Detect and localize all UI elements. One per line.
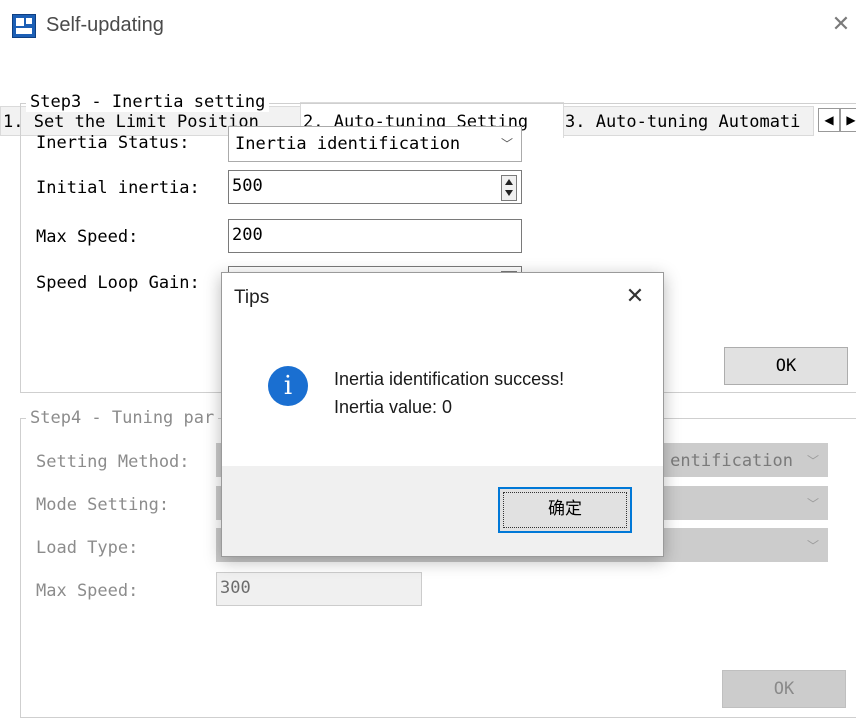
spin-arrows-icon[interactable] bbox=[501, 175, 517, 201]
info-icon: i bbox=[268, 366, 308, 406]
initial-inertia-value: 500 bbox=[232, 176, 263, 196]
speed-loop-gain-label: Speed Loop Gain: bbox=[36, 273, 200, 293]
mode-setting-label: Mode Setting: bbox=[36, 495, 170, 515]
step4-legend: Step4 - Tuning par bbox=[26, 408, 219, 428]
dialog-message-line2: Inertia value: 0 bbox=[334, 397, 453, 417]
setting-method-label: Setting Method: bbox=[36, 452, 190, 472]
initial-inertia-spinbox[interactable]: 500 bbox=[228, 170, 522, 204]
max-speed-input[interactable]: 200 bbox=[228, 219, 522, 253]
step3-legend: Step3 - Inertia setting bbox=[26, 92, 270, 112]
step4-max-speed-input: 300 bbox=[216, 572, 422, 606]
dialog-close-icon[interactable]: ✕ bbox=[620, 283, 650, 313]
max-speed-label: Max Speed: bbox=[36, 227, 139, 247]
confirm-button[interactable]: 确定 bbox=[498, 487, 632, 533]
dialog-title: Tips bbox=[234, 287, 270, 308]
setting-method-value: entification bbox=[670, 451, 793, 471]
window-title: Self-updating bbox=[46, 14, 164, 36]
chevron-down-icon: ﹀ bbox=[806, 454, 819, 468]
inertia-status-value: Inertia identification bbox=[235, 134, 461, 154]
title-bar: Self-updating ✕ bbox=[0, 0, 856, 50]
max-speed-value: 200 bbox=[232, 225, 263, 245]
step4-ok-button: OK bbox=[722, 670, 846, 708]
focus-ring bbox=[503, 492, 627, 528]
step4-max-speed-label: Max Speed: bbox=[36, 581, 139, 601]
step4-max-speed-value: 300 bbox=[220, 578, 251, 598]
tab-bar: 1. Set the Limit Position 3. Auto-tuning… bbox=[0, 52, 856, 138]
step3-ok-button[interactable]: OK bbox=[724, 347, 848, 385]
load-type-label: Load Type: bbox=[36, 538, 139, 558]
chevron-down-icon: ﹀ bbox=[806, 539, 819, 553]
initial-inertia-label: Initial inertia: bbox=[36, 178, 200, 198]
inertia-status-select[interactable]: Inertia identification ﹀ bbox=[228, 126, 522, 162]
chevron-down-icon: ﹀ bbox=[500, 137, 513, 151]
chevron-down-icon: ﹀ bbox=[806, 497, 819, 511]
dialog-message-line1: Inertia identification success! bbox=[334, 369, 565, 389]
app-logo-icon bbox=[12, 14, 36, 38]
window-close-icon[interactable]: ✕ bbox=[826, 8, 856, 42]
tips-dialog: Tips ✕ i Inertia identification success!… bbox=[221, 272, 664, 557]
inertia-status-label: Inertia Status: bbox=[36, 133, 190, 153]
